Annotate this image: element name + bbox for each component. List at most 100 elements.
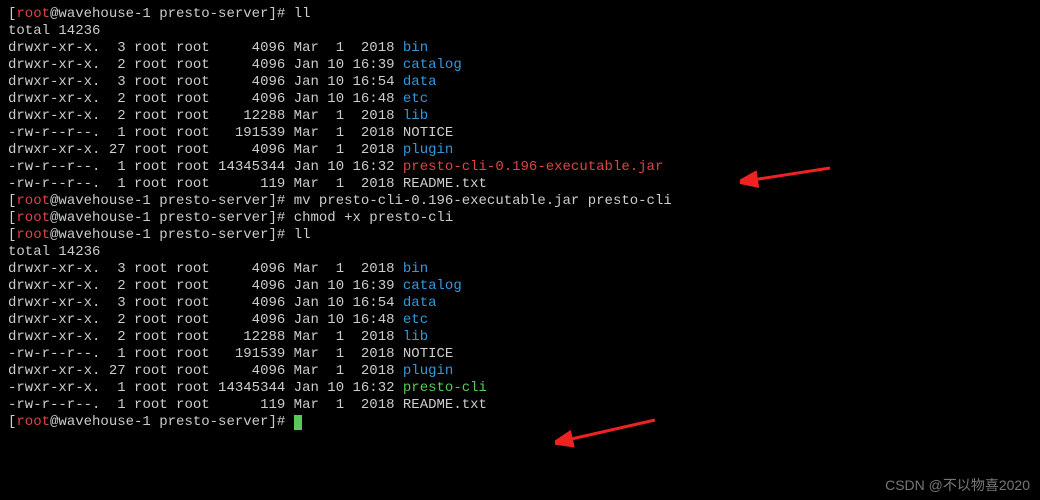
date: Mar 1 2018 (285, 125, 403, 141)
prompt-host: wavehouse-1 (58, 414, 150, 430)
filename: data (403, 295, 437, 311)
filename: presto-cli-0.196-executable.jar (403, 159, 663, 175)
date: Mar 1 2018 (285, 397, 403, 413)
prompt-path: presto-server (151, 210, 269, 226)
size: 12288 (210, 108, 286, 124)
links: 27 (100, 142, 125, 158)
size: 4096 (210, 142, 286, 158)
owner: root root (126, 363, 210, 379)
perms: drwxr-xr-x. (8, 74, 100, 90)
file-row: drwxr-xr-x. 2 root root 4096 Jan 10 16:4… (8, 312, 1032, 329)
filename: NOTICE (403, 346, 453, 362)
command-line: [root@wavehouse-1 presto-server]# mv pre… (8, 193, 1032, 210)
file-row: -rw-r--r--. 1 root root 119 Mar 1 2018 R… (8, 176, 1032, 193)
terminal[interactable]: [root@wavehouse-1 presto-server]# lltota… (8, 6, 1032, 431)
owner: root root (126, 125, 210, 141)
perms: -rw-r--r--. (8, 346, 100, 362)
links: 1 (100, 397, 125, 413)
size: 119 (210, 176, 286, 192)
filename: bin (403, 40, 428, 56)
command-line: [root@wavehouse-1 presto-server]# ll (8, 227, 1032, 244)
file-row: -rw-r--r--. 1 root root 191539 Mar 1 201… (8, 346, 1032, 363)
file-row: drwxr-xr-x. 3 root root 4096 Mar 1 2018 … (8, 40, 1032, 57)
size: 4096 (210, 91, 286, 107)
owner: root root (126, 159, 210, 175)
perms: -rw-r--r--. (8, 176, 100, 192)
date: Jan 10 16:48 (285, 312, 403, 328)
prompt-host: wavehouse-1 (58, 210, 150, 226)
prompt-path: presto-server (151, 6, 269, 22)
links: 1 (100, 125, 125, 141)
perms: drwxr-xr-x. (8, 278, 100, 294)
date: Jan 10 16:39 (285, 278, 403, 294)
prompt-user: root (16, 227, 50, 243)
prompt-bracket: ]# (268, 6, 293, 22)
links: 3 (100, 261, 125, 277)
prompt-host: wavehouse-1 (58, 6, 150, 22)
date: Jan 10 16:54 (285, 74, 403, 90)
links: 2 (100, 312, 125, 328)
date: Mar 1 2018 (285, 346, 403, 362)
filename: NOTICE (403, 125, 453, 141)
file-row: drwxr-xr-x. 3 root root 4096 Mar 1 2018 … (8, 261, 1032, 278)
prompt-path: presto-server (151, 193, 269, 209)
prompt-host: wavehouse-1 (58, 227, 150, 243)
prompt-bracket: ]# (268, 210, 293, 226)
date: Mar 1 2018 (285, 261, 403, 277)
file-row: drwxr-xr-x. 2 root root 4096 Jan 10 16:3… (8, 278, 1032, 295)
size: 4096 (210, 312, 286, 328)
filename: data (403, 74, 437, 90)
size: 14345344 (210, 159, 286, 175)
command: ll (294, 6, 311, 22)
size: 4096 (210, 40, 286, 56)
links: 3 (100, 40, 125, 56)
owner: root root (126, 57, 210, 73)
filename: lib (403, 329, 428, 345)
links: 2 (100, 91, 125, 107)
perms: drwxr-xr-x. (8, 91, 100, 107)
prompt-user: root (16, 193, 50, 209)
filename: plugin (403, 142, 453, 158)
filename: plugin (403, 363, 453, 379)
command-line: [root@wavehouse-1 presto-server]# ll (8, 6, 1032, 23)
size: 14345344 (210, 380, 286, 396)
size: 4096 (210, 261, 286, 277)
perms: drwxr-xr-x. (8, 142, 100, 158)
owner: root root (126, 142, 210, 158)
prompt-user: root (16, 414, 50, 430)
prompt-user: root (16, 6, 50, 22)
file-row: drwxr-xr-x. 3 root root 4096 Jan 10 16:5… (8, 295, 1032, 312)
command: chmod +x presto-cli (294, 210, 454, 226)
owner: root root (126, 40, 210, 56)
file-row: drwxr-xr-x. 2 root root 12288 Mar 1 2018… (8, 329, 1032, 346)
command-line[interactable]: [root@wavehouse-1 presto-server]# (8, 414, 1032, 431)
date: Mar 1 2018 (285, 108, 403, 124)
file-row: drwxr-xr-x. 2 root root 4096 Jan 10 16:3… (8, 57, 1032, 74)
owner: root root (126, 278, 210, 294)
prompt-bracket: ]# (268, 414, 293, 430)
owner: root root (126, 295, 210, 311)
size: 4096 (210, 295, 286, 311)
owner: root root (126, 108, 210, 124)
owner: root root (126, 91, 210, 107)
filename: lib (403, 108, 428, 124)
file-row: drwxr-xr-x. 27 root root 4096 Mar 1 2018… (8, 363, 1032, 380)
perms: -rw-r--r--. (8, 159, 100, 175)
date: Mar 1 2018 (285, 142, 403, 158)
date: Mar 1 2018 (285, 176, 403, 192)
perms: drwxr-xr-x. (8, 108, 100, 124)
links: 2 (100, 329, 125, 345)
command-line: [root@wavehouse-1 presto-server]# chmod … (8, 210, 1032, 227)
total-line: total 14236 (8, 23, 1032, 40)
command: ll (294, 227, 311, 243)
date: Jan 10 16:32 (285, 159, 403, 175)
prompt-bracket: ]# (268, 193, 293, 209)
links: 1 (100, 176, 125, 192)
links: 1 (100, 380, 125, 396)
cursor (294, 415, 302, 430)
owner: root root (126, 329, 210, 345)
links: 2 (100, 57, 125, 73)
links: 3 (100, 74, 125, 90)
prompt-bracket: ]# (268, 227, 293, 243)
file-row: drwxr-xr-x. 3 root root 4096 Jan 10 16:5… (8, 74, 1032, 91)
